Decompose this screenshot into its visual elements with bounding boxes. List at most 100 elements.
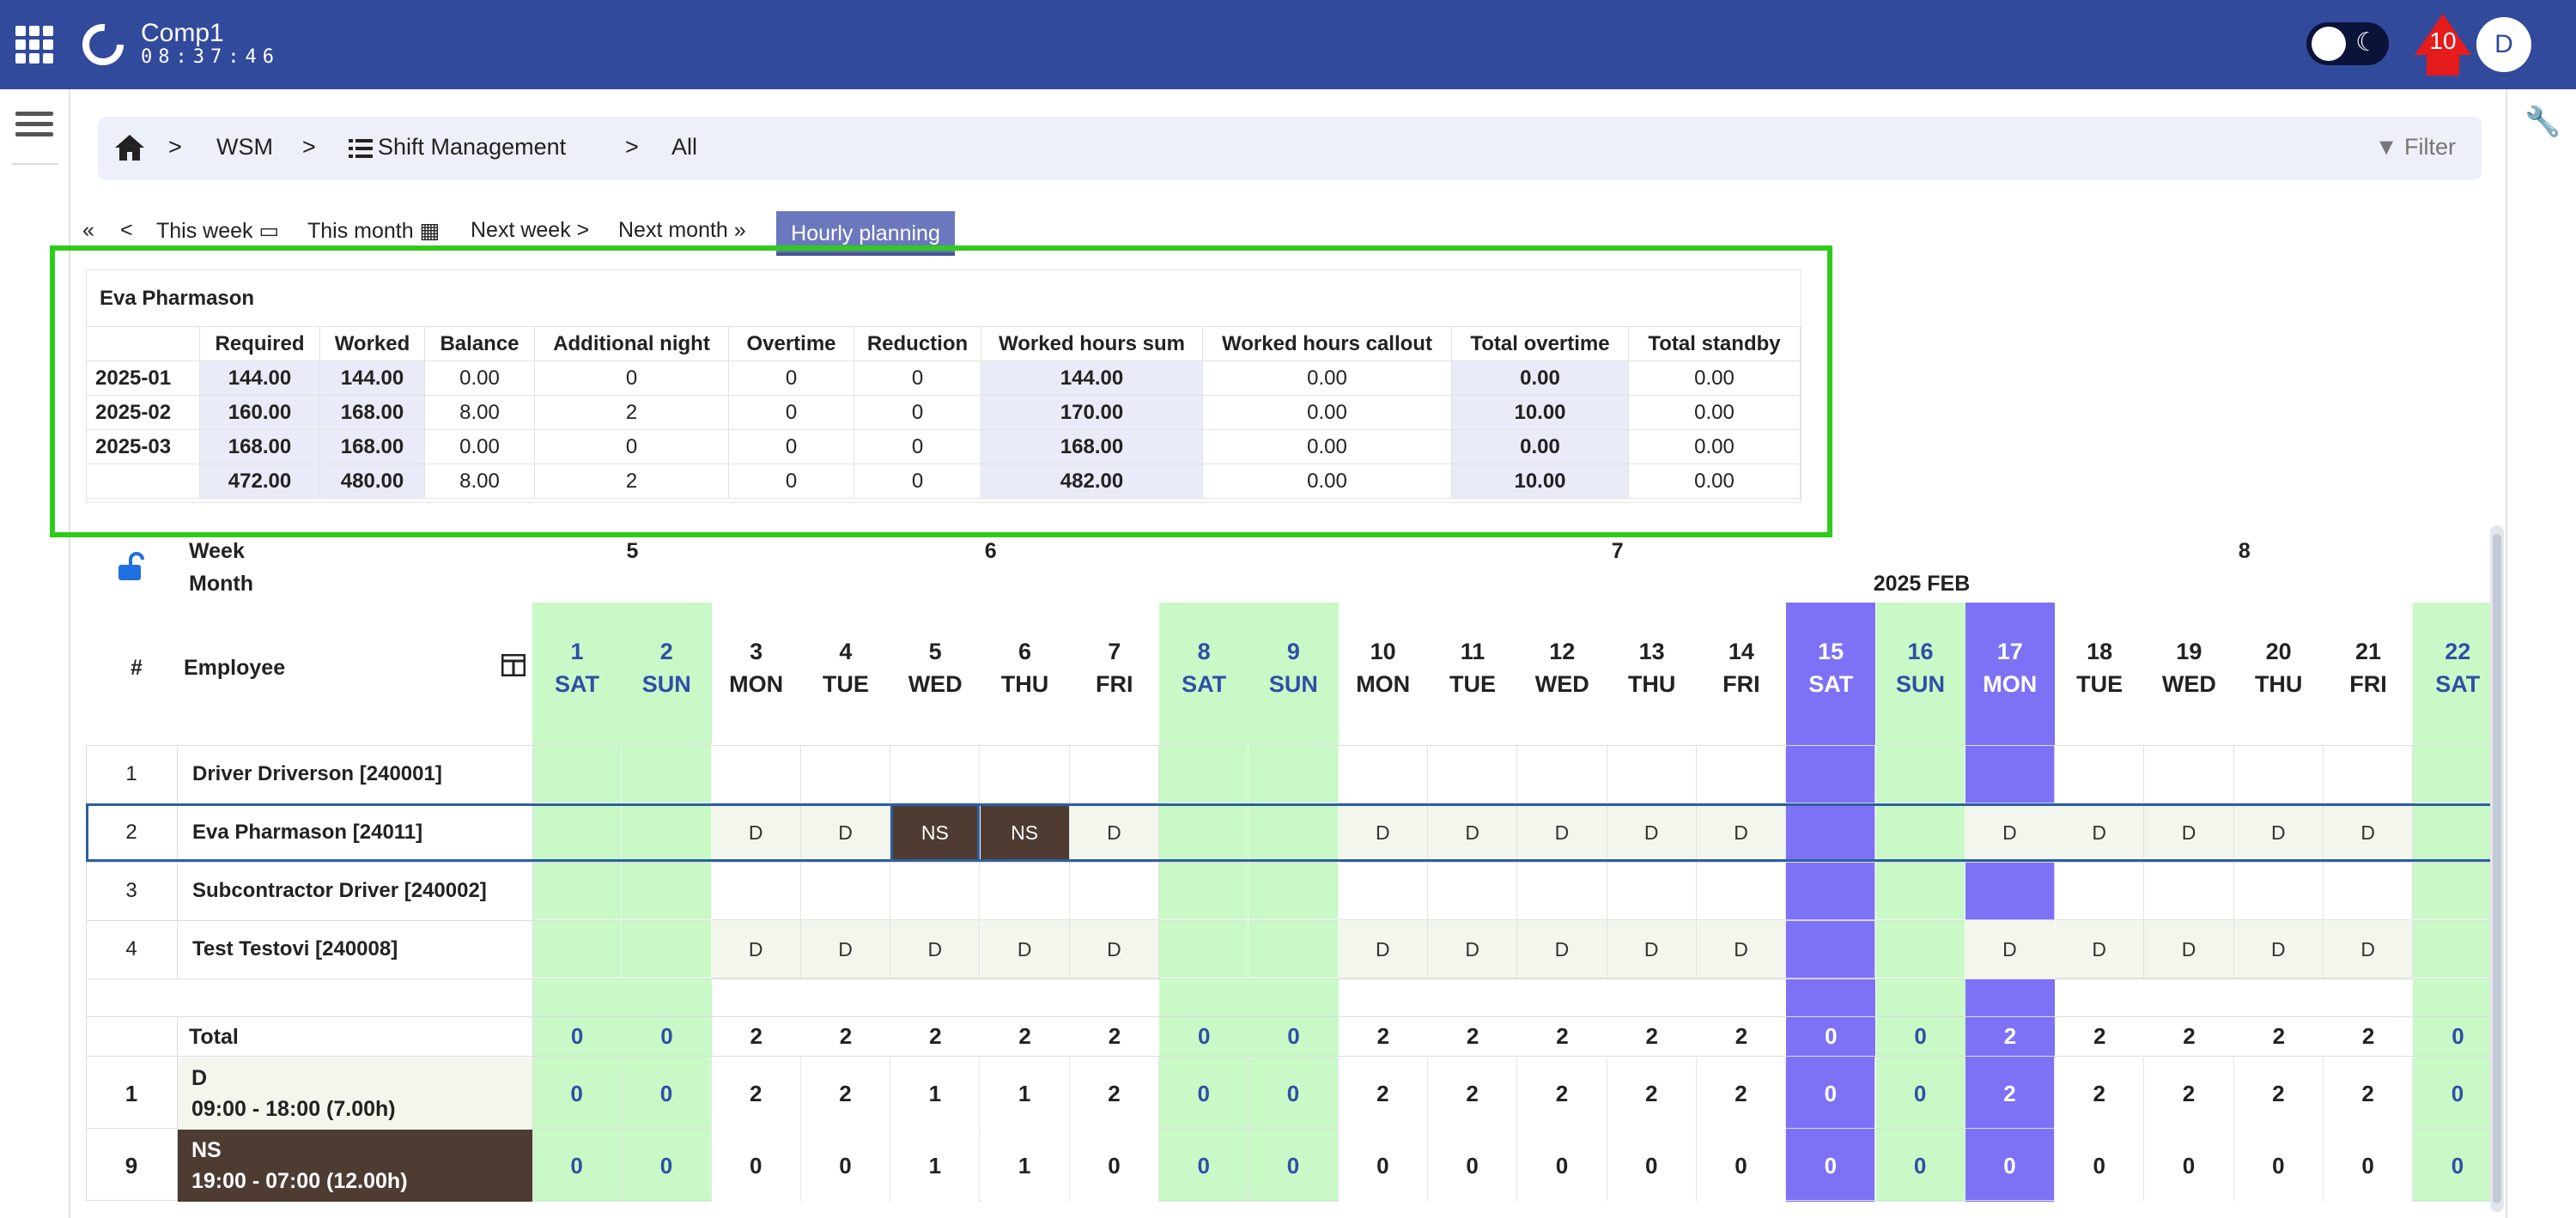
shift-type-label[interactable]: NS 19:00 - 07:00 (12.00h) — [178, 1130, 532, 1202]
shift-cell[interactable] — [890, 745, 981, 803]
this-week-button[interactable]: This week ▭ — [156, 218, 279, 244]
shift-cell[interactable]: D — [711, 920, 801, 979]
shift-cell[interactable]: D — [1696, 803, 1787, 862]
shift-cell[interactable] — [1965, 862, 2056, 920]
shift-cell[interactable]: D — [1965, 920, 2056, 979]
shift-cell[interactable] — [1607, 745, 1697, 803]
shift-cell[interactable] — [1696, 745, 1787, 803]
shift-cell[interactable]: D — [711, 803, 801, 862]
shift-cell[interactable] — [1696, 862, 1787, 920]
shift-cell[interactable]: D — [1965, 803, 2056, 862]
shift-cell[interactable] — [2413, 920, 2495, 979]
shift-cell[interactable]: D — [800, 803, 891, 862]
shift-cell[interactable] — [1607, 862, 1697, 920]
shift-cell[interactable] — [800, 862, 891, 920]
filter-button[interactable]: ▼ Filter — [2375, 134, 2456, 161]
this-month-button[interactable]: This month ▦ — [307, 218, 440, 244]
double-chevron-left-icon[interactable]: « — [82, 218, 94, 243]
shift-cell[interactable]: D — [1338, 920, 1428, 979]
shift-cell[interactable] — [1069, 862, 1160, 920]
unlock-icon[interactable] — [115, 551, 146, 582]
shift-cell[interactable] — [1786, 920, 1876, 979]
shift-cell[interactable] — [800, 745, 891, 803]
shift-cell[interactable]: D — [980, 920, 1070, 979]
employee-name[interactable]: Driver Driverson [240001] — [192, 745, 442, 803]
shift-cell[interactable]: D — [2055, 803, 2145, 862]
shift-cell[interactable] — [1249, 862, 1339, 920]
shift-cell[interactable] — [622, 745, 712, 803]
shift-cell[interactable] — [1338, 862, 1428, 920]
shift-cell[interactable] — [1875, 920, 1965, 979]
user-avatar[interactable]: D — [2476, 17, 2531, 72]
shift-cell[interactable] — [1517, 862, 1607, 920]
shift-cell[interactable] — [532, 920, 623, 979]
shift-cell[interactable] — [1249, 920, 1339, 979]
shift-cell[interactable]: D — [2324, 920, 2414, 979]
shift-cell[interactable]: D — [1069, 803, 1160, 862]
shift-cell[interactable] — [1786, 803, 1876, 862]
employee-name[interactable]: Eva Pharmason [24011] — [192, 803, 422, 862]
shift-cell[interactable]: D — [1338, 803, 1428, 862]
chevron-left-icon[interactable]: < — [120, 218, 133, 243]
shift-cell[interactable] — [622, 920, 712, 979]
shift-cell[interactable] — [622, 803, 712, 862]
shift-cell[interactable]: D — [1517, 803, 1607, 862]
shift-cell[interactable]: D — [890, 920, 981, 979]
columns-toggle-icon[interactable] — [501, 654, 526, 676]
shift-cell[interactable]: NS — [980, 803, 1070, 862]
shift-type-label[interactable]: D 09:00 - 18:00 (7.00h) — [178, 1057, 532, 1130]
shift-cell[interactable] — [2324, 862, 2414, 920]
scrollbar-thumb[interactable] — [2493, 534, 2501, 1203]
shift-cell[interactable] — [1069, 745, 1160, 803]
shift-cell[interactable]: D — [1428, 920, 1518, 979]
shift-cell[interactable]: NS — [890, 803, 981, 862]
employee-name[interactable]: Subcontractor Driver [240002] — [192, 862, 487, 920]
shift-cell[interactable] — [1875, 862, 1965, 920]
shift-cell[interactable]: D — [800, 920, 891, 979]
home-icon[interactable] — [113, 132, 146, 163]
shift-cell[interactable]: D — [2144, 803, 2234, 862]
breadcrumb-all[interactable]: All — [671, 134, 697, 161]
shift-cell[interactable] — [2324, 745, 2414, 803]
shift-cell[interactable] — [532, 745, 623, 803]
wrench-icon[interactable]: 🔧 — [2524, 105, 2561, 139]
shift-cell[interactable] — [2233, 745, 2324, 803]
shift-cell[interactable] — [2055, 862, 2145, 920]
shift-cell[interactable] — [1249, 745, 1339, 803]
shift-cell[interactable] — [711, 862, 801, 920]
shift-cell[interactable] — [980, 862, 1070, 920]
breadcrumb-wsm[interactable]: WSM — [216, 134, 273, 161]
apps-grid-icon[interactable] — [15, 26, 53, 64]
shift-cell[interactable]: D — [2233, 920, 2324, 979]
next-week-button[interactable]: Next week > — [471, 218, 589, 243]
shift-cell[interactable] — [2413, 862, 2495, 920]
shift-cell[interactable]: D — [1069, 920, 1160, 979]
shift-cell[interactable] — [2413, 803, 2495, 862]
shift-cell[interactable]: D — [2324, 803, 2414, 862]
shift-cell[interactable] — [532, 862, 623, 920]
dark-mode-toggle[interactable]: ☾ — [2306, 22, 2389, 65]
shift-cell[interactable]: D — [2233, 803, 2324, 862]
shift-cell[interactable] — [1338, 745, 1428, 803]
shift-cell[interactable]: D — [2144, 920, 2234, 979]
shift-cell[interactable] — [1428, 745, 1518, 803]
vertical-scrollbar[interactable] — [2490, 525, 2504, 1212]
shift-cell[interactable] — [2144, 862, 2234, 920]
shift-cell[interactable]: D — [1428, 803, 1518, 862]
breadcrumb-shift-management[interactable]: Shift Management — [378, 134, 566, 161]
shift-cell[interactable] — [532, 803, 623, 862]
shift-cell[interactable] — [2055, 745, 2145, 803]
menu-icon[interactable] — [15, 112, 53, 142]
shift-cell[interactable]: D — [2055, 920, 2145, 979]
shift-cell[interactable] — [711, 745, 801, 803]
shift-cell[interactable] — [622, 862, 712, 920]
shift-cell[interactable] — [1159, 920, 1249, 979]
shift-cell[interactable]: D — [1607, 803, 1697, 862]
shift-cell[interactable] — [1786, 862, 1876, 920]
shift-cell[interactable] — [980, 745, 1070, 803]
shift-cell[interactable] — [1428, 862, 1518, 920]
shift-cell[interactable]: D — [1696, 920, 1787, 979]
shift-cell[interactable]: D — [1607, 920, 1697, 979]
shift-cell[interactable] — [1786, 745, 1876, 803]
shift-cell[interactable] — [2233, 862, 2324, 920]
